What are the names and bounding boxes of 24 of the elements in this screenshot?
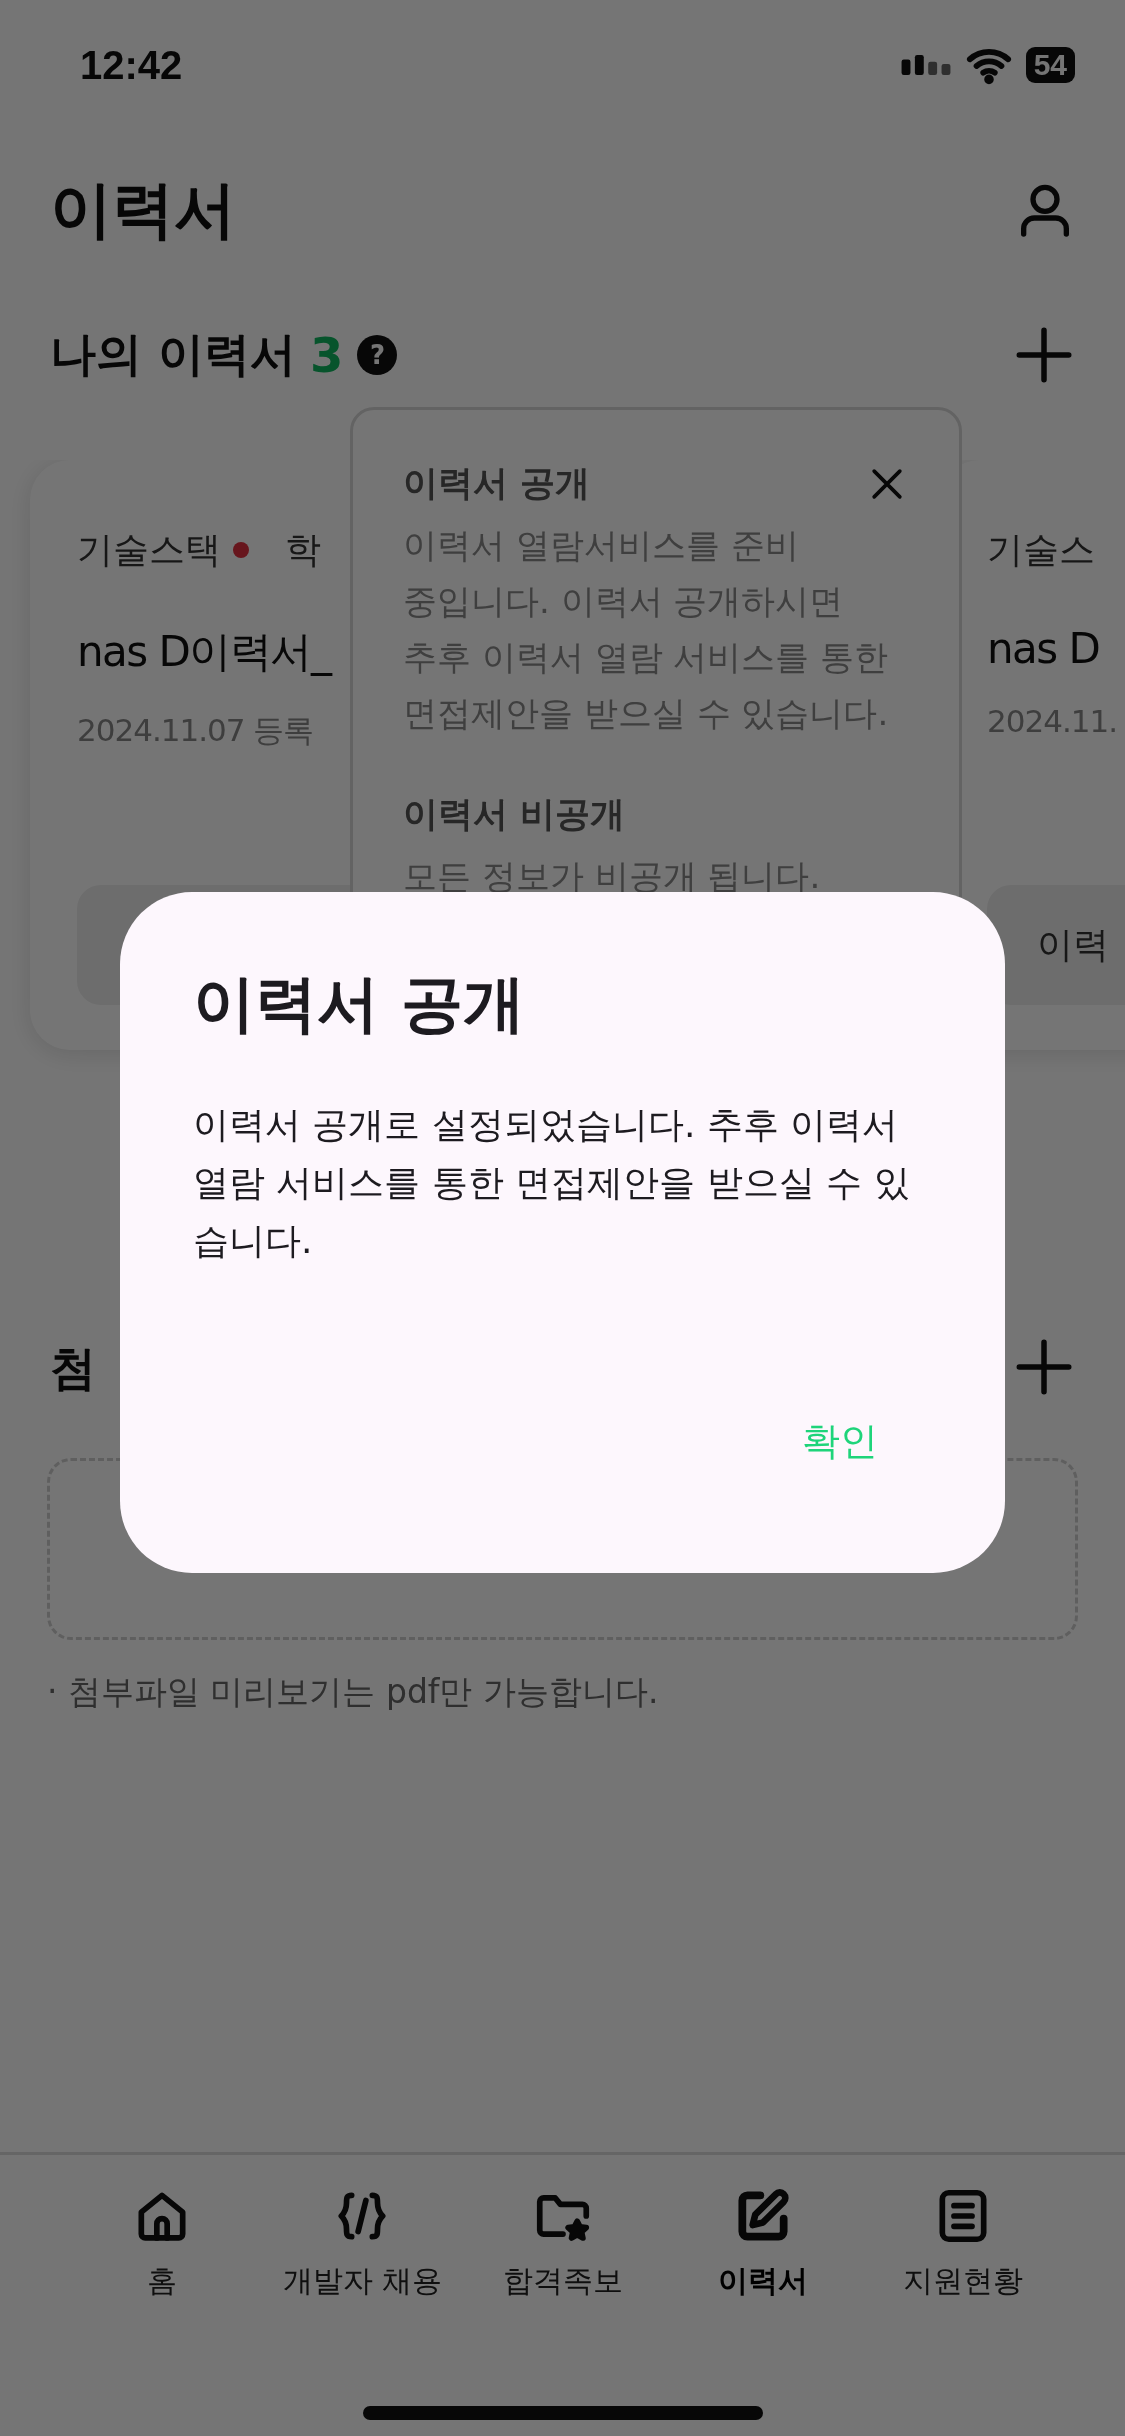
nav-tab[interactable]: 홈 [62, 2185, 263, 2315]
battery-level: 54 [1025, 47, 1075, 83]
resume-count: 3 [310, 327, 344, 383]
nav-tab[interactable]: 지원현황 [862, 2185, 1063, 2315]
resume-title: nas D이력서_ [77, 626, 331, 678]
signal-icon [899, 55, 952, 75]
page-title: 이력서 [50, 172, 236, 248]
tag-label: 기술스 [987, 527, 1095, 572]
nav-tab[interactable]: 합격족보 [462, 2185, 663, 2315]
popover-title: 이력서 공개 [403, 462, 591, 505]
resume-title: nas D [987, 624, 1100, 673]
dialog-title: 이력서 공개 [193, 966, 526, 1042]
status-time: 12:42 [80, 42, 183, 88]
help-icon[interactable]: ? [357, 335, 398, 375]
tag-label: 학 [285, 527, 321, 572]
resume-button[interactable]: 이력 [987, 885, 1125, 1005]
hint-text: · 첨부파일 미리보기는 pdf만 가능합니다. [46, 1671, 660, 1713]
tag-label: 기술스택 [77, 527, 221, 572]
dialog-message: 이력서 공개로 설정되었습니다. 추후 이력서 열람 서비스를 통한 면접제안을 받으실 수 있습니다. [193, 1103, 911, 1263]
section-title: 첨 [50, 1340, 96, 1397]
nav-tab[interactable]: 개발자 채용 [262, 2185, 463, 2315]
section-title: 나의 이력서 [50, 326, 296, 383]
nav-tab[interactable]: 이력서 [662, 2185, 863, 2315]
popover-title: 이력서 비공개 [403, 793, 627, 836]
